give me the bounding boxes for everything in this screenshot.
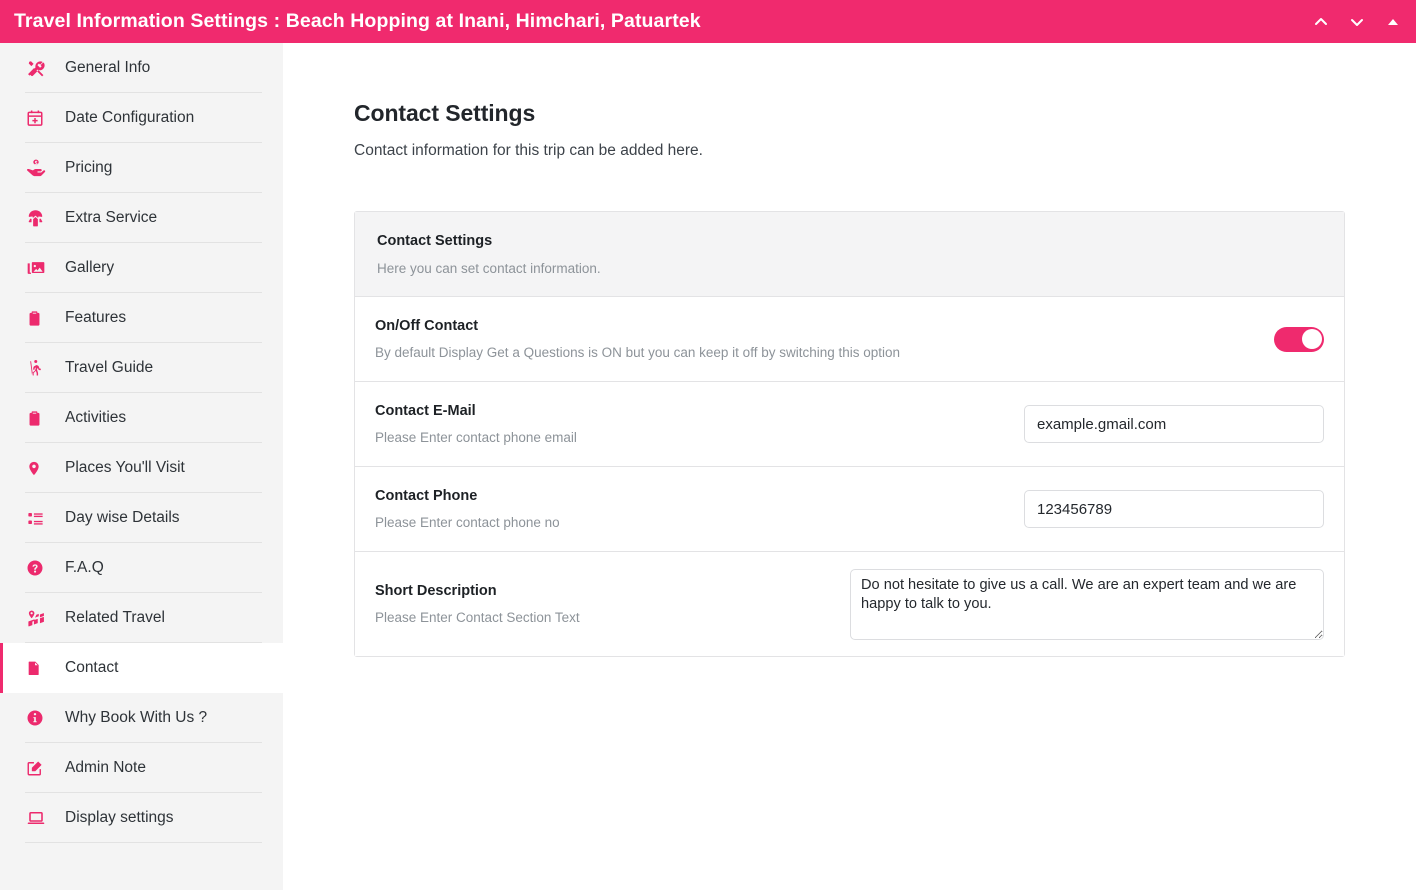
sidebar-item-label: Admin Note <box>65 759 146 776</box>
file-lines-icon <box>25 659 59 677</box>
sidebar-item-label: Extra Service <box>65 209 158 226</box>
sidebar-item-label: Why Book With Us ? <box>65 709 208 726</box>
row-description: Please Enter contact phone no <box>375 515 560 530</box>
sidebar-item-label: Day wise Details <box>65 509 180 526</box>
card-header: Contact Settings Here you can set contac… <box>355 212 1344 297</box>
hiking-icon <box>25 359 59 377</box>
map-marker-icon <box>25 459 59 478</box>
row-short-description: Short Description Please Enter Contact S… <box>355 552 1344 656</box>
on-off-contact-toggle[interactable] <box>1274 326 1324 352</box>
row-title: Contact E-Mail <box>375 403 476 419</box>
chevron-down-icon[interactable] <box>1346 11 1368 33</box>
sidebar-item-label: Date Configuration <box>65 109 195 126</box>
page-title-bar: Travel Information Settings : Beach Hopp… <box>14 10 701 32</box>
sidebar-item-admin-note[interactable]: Admin Note <box>0 743 283 793</box>
row-contact-phone: Contact Phone Please Enter contact phone… <box>355 467 1344 552</box>
sidebar-item-label: F.A.Q <box>65 559 104 576</box>
row-contact-email: Contact E-Mail Please Enter contact phon… <box>355 382 1344 467</box>
sidebar-item-pricing[interactable]: Pricing <box>0 143 283 193</box>
divider <box>25 842 262 843</box>
card-header-description: Here you can set contact information. <box>377 261 601 276</box>
sidebar-item-label: Places You'll Visit <box>65 459 185 476</box>
sidebar-item-label: Travel Guide <box>65 359 154 376</box>
row-text: Short Description Please Enter Contact S… <box>375 583 850 625</box>
sidebar-item-day-wise-details[interactable]: Day wise Details <box>0 493 283 543</box>
sidebar-item-gallery[interactable]: Gallery <box>0 243 283 293</box>
sidebar-item-activities[interactable]: Activities <box>0 393 283 443</box>
info-circle-icon <box>25 709 59 727</box>
row-control <box>1274 326 1324 352</box>
sidebar-item-label: Gallery <box>65 259 115 276</box>
sidebar-item-label: Pricing <box>65 159 113 176</box>
short-description-textarea[interactable]: Do not hesitate to give us a call. We ar… <box>850 568 1324 640</box>
sidebar-item-related-travel[interactable]: Related Travel <box>0 593 283 643</box>
sidebar-item-travel-guide[interactable]: Travel Guide <box>0 343 283 393</box>
sidebar-item-why-book-with-us[interactable]: Why Book With Us ? <box>0 693 283 743</box>
row-text: Contact E-Mail Please Enter contact phon… <box>375 403 1024 445</box>
contact-phone-input[interactable] <box>1024 490 1324 528</box>
sidebar-item-features[interactable]: Features <box>0 293 283 343</box>
row-on-off-contact: On/Off Contact By default Display Get a … <box>355 297 1344 382</box>
sidebar-item-faq[interactable]: F.A.Q <box>0 543 283 593</box>
hand-holding-dollar-icon <box>25 158 59 178</box>
row-title: On/Off Contact <box>375 318 479 334</box>
map-marked-icon <box>25 609 59 628</box>
page-title: Contact Settings <box>354 100 536 126</box>
sidebar-item-date-configuration[interactable]: Date Configuration <box>0 93 283 143</box>
desktop-icon <box>25 809 59 827</box>
sidebar-item-label: General Info <box>65 59 151 76</box>
sidebar-item-general-info[interactable]: General Info <box>0 43 283 93</box>
sidebar-item-label: Contact <box>65 659 119 676</box>
window-controls <box>1310 11 1416 33</box>
sidebar-item-label: Related Travel <box>65 609 165 626</box>
list-ul-icon <box>25 509 59 528</box>
pen-square-icon <box>25 759 59 777</box>
row-control: Do not hesitate to give us a call. We ar… <box>850 568 1324 640</box>
toggle-knob <box>1301 329 1322 349</box>
sidebar-item-places-youll-visit[interactable]: Places You'll Visit <box>0 443 283 493</box>
row-text: On/Off Contact By default Display Get a … <box>375 318 1274 360</box>
row-title: Short Description <box>375 583 497 599</box>
sidebar-item-extra-service[interactable]: Extra Service <box>0 193 283 243</box>
clipboard-list-icon <box>25 410 59 427</box>
row-title: Contact Phone <box>375 488 478 504</box>
contact-email-input[interactable] <box>1024 405 1324 443</box>
main-content: Contact Settings Contact information for… <box>283 43 1416 890</box>
contact-settings-card: Contact Settings Here you can set contac… <box>354 211 1345 657</box>
row-description: By default Display Get a Questions is ON… <box>375 345 901 360</box>
images-icon <box>25 258 59 278</box>
tools-icon <box>25 59 59 78</box>
question-circle-icon <box>25 559 59 577</box>
row-control <box>1024 490 1324 528</box>
sidebar-item-label: Features <box>65 309 127 326</box>
calendar-plus-icon <box>25 109 59 127</box>
clipboard-list-icon <box>25 310 59 327</box>
sidebar-item-label: Activities <box>65 409 127 426</box>
top-bar: Travel Information Settings : Beach Hopp… <box>0 0 1416 43</box>
sidebar-item-contact[interactable]: Contact <box>0 643 283 693</box>
sidebar-item-label: Display settings <box>65 809 174 826</box>
sidebar: General Info Date Configuration Pricing … <box>0 43 283 890</box>
parachute-box-icon <box>25 209 59 228</box>
sidebar-item-display-settings[interactable]: Display settings <box>0 793 283 843</box>
card-header-title: Contact Settings <box>377 233 493 249</box>
row-description: Please Enter Contact Section Text <box>375 610 580 625</box>
row-text: Contact Phone Please Enter contact phone… <box>375 488 1024 530</box>
page-subtitle: Contact information for this trip can be… <box>354 142 703 159</box>
row-control <box>1024 405 1324 443</box>
chevron-up-icon[interactable] <box>1310 11 1332 33</box>
row-description: Please Enter contact phone email <box>375 430 577 445</box>
triangle-up-icon[interactable] <box>1382 11 1404 33</box>
